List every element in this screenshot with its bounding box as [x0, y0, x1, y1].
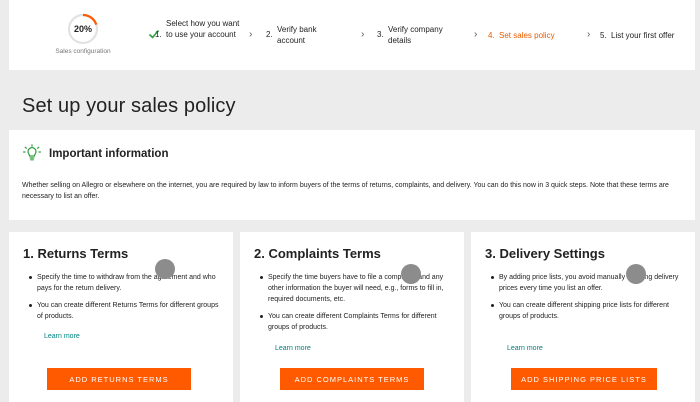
step-number: 2. [266, 30, 273, 39]
add-complaints-terms-button[interactable]: ADD COMPLAINTS TERMS [280, 368, 424, 390]
complaints-terms-card: 2. Complaints Terms Specify the time buy… [240, 232, 464, 402]
add-shipping-price-lists-button[interactable]: ADD SHIPPING PRICE LISTS [511, 368, 657, 390]
step-label: List your first offer [611, 31, 675, 40]
list-item: You can create different Complaints Term… [260, 311, 456, 333]
chevron-right-icon: › [361, 29, 365, 40]
list-item: Specify the time to withdraw from the ag… [29, 272, 225, 294]
cursor-indicator [626, 264, 646, 284]
step-label: Verify company details [388, 25, 443, 45]
card-bullets: Specify the time buyers have to file a c… [260, 272, 456, 339]
step-number: 5. [600, 31, 607, 40]
info-title: Important information [49, 148, 169, 160]
setup-stepper: 20% Sales configuration 1. Select how yo… [9, 0, 695, 70]
step-label: Verify bank account [277, 25, 317, 45]
page-title: Set up your sales policy [22, 95, 236, 117]
card-title: 2. Complaints Terms [254, 246, 381, 261]
delivery-settings-card: 3. Delivery Settings By adding price lis… [471, 232, 695, 402]
lightbulb-icon [23, 144, 41, 161]
progress-label: Sales configuration [55, 48, 111, 55]
card-bullets: Specify the time to withdraw from the ag… [29, 272, 225, 328]
card-title: 1. Returns Terms [23, 246, 129, 261]
step-number: 4. [488, 31, 495, 40]
add-returns-terms-button[interactable]: ADD RETURNS TERMS [47, 368, 191, 390]
chevron-right-icon: › [474, 29, 478, 40]
progress-value: 20% [73, 24, 92, 34]
learn-more-link[interactable]: Learn more [275, 345, 311, 352]
list-item: You can create different Returns Terms f… [29, 300, 225, 322]
info-panel: Important information Whether selling on… [9, 130, 695, 220]
chevron-right-icon: › [249, 29, 253, 40]
step-number: 3. [377, 30, 384, 39]
step-label: Select how you want to use your account [166, 19, 240, 39]
step-number: 1. [155, 30, 162, 39]
cursor-indicator [401, 264, 421, 284]
step-label: Set sales policy [499, 31, 555, 40]
card-title: 3. Delivery Settings [485, 246, 605, 261]
cursor-indicator [155, 259, 175, 279]
card-bullets: By adding price lists, you avoid manuall… [491, 272, 687, 328]
info-text: Whether selling on Allegro or elsewhere … [22, 182, 669, 200]
returns-terms-card: 1. Returns Terms Specify the time to wit… [9, 232, 233, 402]
chevron-right-icon: › [587, 29, 591, 40]
learn-more-link[interactable]: Learn more [44, 333, 80, 340]
list-item: You can create different shipping price … [491, 300, 687, 322]
list-item: By adding price lists, you avoid manuall… [491, 272, 687, 294]
learn-more-link[interactable]: Learn more [507, 345, 543, 352]
list-item: Specify the time buyers have to file a c… [260, 272, 456, 305]
